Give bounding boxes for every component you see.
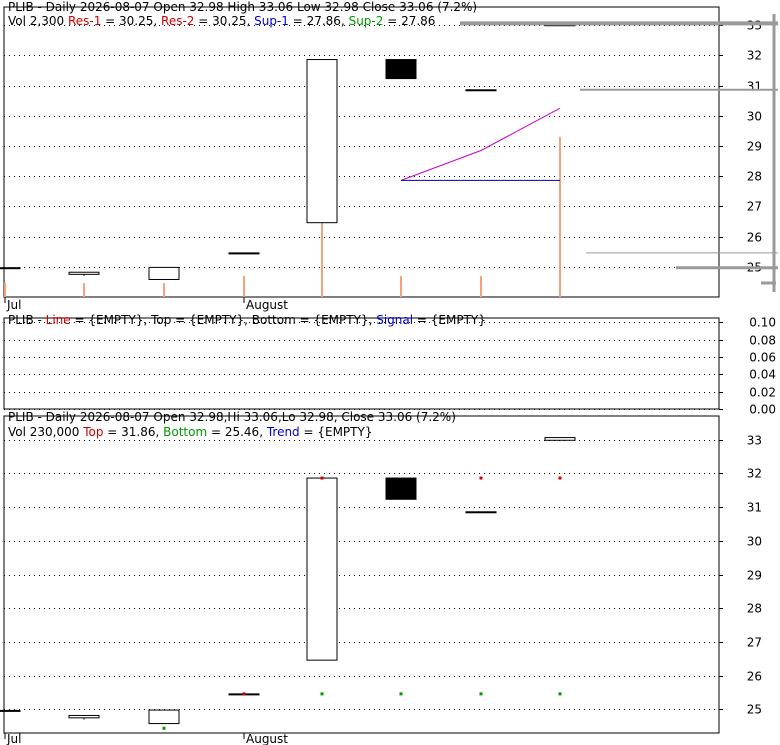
price-panel-candle bbox=[385, 59, 417, 80]
trend-panel-xtick-label: August bbox=[246, 732, 288, 745]
price-panel-legend-2-part-6: = 27.86, bbox=[289, 14, 349, 28]
price-panel-ytick-label: 31 bbox=[747, 80, 762, 94]
price-panel-candle bbox=[148, 266, 180, 280]
price-panel-legend-2-part-2: = 30.25, bbox=[101, 14, 161, 28]
trend-panel-ytick-label: 30 bbox=[747, 535, 762, 549]
trend-panel-ytick-label: 27 bbox=[747, 636, 762, 650]
indicator-panel-ytick-label: 0.00 bbox=[749, 403, 776, 417]
top-marker bbox=[558, 476, 562, 480]
chart-root: 25 26 27 28 29 30 31 32 33 Jul August PLIB - Daily … bbox=[0, 0, 780, 745]
price-panel-candle bbox=[465, 89, 497, 92]
trend-panel-legend-2-part-6: = {EMPTY} bbox=[300, 425, 373, 439]
indicator-panel-legend-1-part-3: Top bbox=[150, 313, 171, 327]
trend-panel-legend-1: PLIB - Daily 2026-08-07 Open 32.98,Hi 33… bbox=[8, 410, 456, 424]
top-marker bbox=[320, 476, 324, 480]
price-panel-ytick-label: 29 bbox=[747, 140, 762, 154]
indicator-panel-ytick-label: 0.10 bbox=[749, 316, 776, 330]
price-panel-legend-1: PLIB - Daily 2026-08-07 Open 32.98 High … bbox=[8, 0, 477, 14]
top-marker bbox=[479, 476, 483, 480]
trend-panel-candle bbox=[306, 477, 338, 661]
indicator-panel-frame bbox=[3, 317, 720, 410]
indicator-panel-ytick-label: 0.08 bbox=[749, 334, 776, 348]
bottom-marker bbox=[399, 692, 403, 696]
indicator-panel-legend-1-part-4: = {EMPTY}, bbox=[171, 313, 251, 327]
price-panel-candle bbox=[306, 59, 338, 224]
trend-panel-xtick-label: Jul bbox=[6, 732, 21, 745]
price-panel-candle bbox=[228, 252, 260, 255]
indicator-panel-legend-1-part-6: = {EMPTY}, bbox=[296, 313, 376, 327]
trend-panel-legend-2-part-5: Trend bbox=[266, 425, 300, 439]
price-panel-ytick-label: 32 bbox=[747, 49, 762, 63]
bottom-marker bbox=[558, 692, 562, 696]
trend-panel-legend-2-part-1: Top bbox=[82, 425, 103, 439]
price-panel-ytick-label: 30 bbox=[747, 110, 762, 124]
trend-panel-ytick-label: 29 bbox=[747, 569, 762, 583]
indicator-panel-legend-1-part-8: = {EMPTY} bbox=[413, 313, 486, 327]
price-panel-ytick-label: 27 bbox=[747, 200, 762, 214]
price-panel-legend-2-part-5: Sup-1 bbox=[254, 14, 289, 28]
indicator-panel-ytick-label: 0.06 bbox=[749, 351, 776, 365]
trend-panel-legend-2-part-0: Vol 230,000 bbox=[8, 425, 83, 439]
price-panel-legend-2-part-0: Vol 2,300 bbox=[8, 14, 68, 28]
price-panel-frame bbox=[3, 6, 720, 298]
price-panel-legend-2-part-1: Res-1 bbox=[68, 14, 101, 28]
chart-canvas: 25 26 27 28 29 30 31 32 33 Jul August PLIB - Daily … bbox=[0, 0, 778, 745]
indicator-panel-legend-1-part-5: Bottom bbox=[252, 313, 296, 327]
price-panel-candle bbox=[68, 271, 100, 275]
top-marker bbox=[242, 692, 246, 696]
indicator-panel-ytick-label: 0.04 bbox=[749, 368, 776, 382]
bottom-marker bbox=[320, 692, 324, 696]
trend-panel-candle bbox=[385, 477, 417, 500]
trend-panel-legend-2-part-3: Bottom bbox=[163, 425, 207, 439]
indicator-panel-legend-1: PLIB - Line = {EMPTY}, Top = {EMPTY}, Bo… bbox=[8, 313, 486, 327]
trend-panel-ytick-label: 26 bbox=[747, 670, 762, 684]
trend-panel-ytick-label: 32 bbox=[747, 467, 762, 481]
trend-panel-ytick-label: 31 bbox=[747, 501, 762, 515]
bottom-marker bbox=[162, 726, 166, 730]
bottom-marker bbox=[479, 692, 483, 696]
price-panel-legend-2-part-4: = 30.25, bbox=[194, 14, 254, 28]
price-panel-ytick-label: 28 bbox=[747, 170, 762, 184]
resistance-line bbox=[400, 107, 561, 181]
trend-panel-candle bbox=[148, 709, 180, 725]
trend-panel-legend-2-part-4: = 25.46, bbox=[207, 425, 267, 439]
trend-panel-ytick-label: 25 bbox=[747, 703, 762, 717]
price-panel-ytick-label: 26 bbox=[747, 231, 762, 245]
price-panel-xtick-label: August bbox=[246, 298, 288, 312]
trend-panel-legend-2-part-2: = 31.86, bbox=[103, 425, 163, 439]
indicator-panel-legend-1-part-1: Line bbox=[46, 313, 71, 327]
price-panel-legend-2-part-7: Sup-2 bbox=[349, 14, 384, 28]
trend-panel-candle bbox=[68, 714, 100, 719]
price-panel-xtick-label: Jul bbox=[6, 298, 21, 312]
price-panel-legend-2: Vol 2,300 Res-1 = 30.25, Res-2 = 30.25, … bbox=[8, 14, 435, 28]
price-panel-candle bbox=[0, 267, 21, 270]
trend-panel-legend-2: Vol 230,000 Top = 31.86, Bottom = 25.46,… bbox=[8, 425, 372, 439]
price-panel-legend-2-part-3: Res-2 bbox=[161, 14, 194, 28]
trend-panel-candle bbox=[544, 437, 576, 441]
indicator-panel-legend-1-part-7: Signal bbox=[376, 313, 413, 327]
price-panel-ytick-label: 33 bbox=[747, 19, 762, 33]
price-panel-legend-1-part-0: PLIB - Daily 2026-08-07 Open 32.98 High … bbox=[8, 0, 477, 14]
trend-panel-ytick-label: 28 bbox=[747, 602, 762, 616]
trend-panel-legend-1-part-0: PLIB - Daily 2026-08-07 Open 32.98,Hi 33… bbox=[8, 410, 456, 424]
trend-panel-frame bbox=[3, 415, 720, 734]
indicator-panel-legend-1-part-2: = {EMPTY}, bbox=[71, 313, 151, 327]
trend-panel-candle bbox=[0, 709, 21, 712]
indicator-panel-ytick-label: 0.02 bbox=[749, 386, 776, 400]
trend-panel-ytick-label: 33 bbox=[747, 434, 762, 448]
price-panel-legend-2-part-8: = 27.86 bbox=[383, 14, 435, 28]
indicator-panel-legend-1-part-0: PLIB - bbox=[8, 313, 46, 327]
trend-panel-candle bbox=[465, 511, 497, 514]
